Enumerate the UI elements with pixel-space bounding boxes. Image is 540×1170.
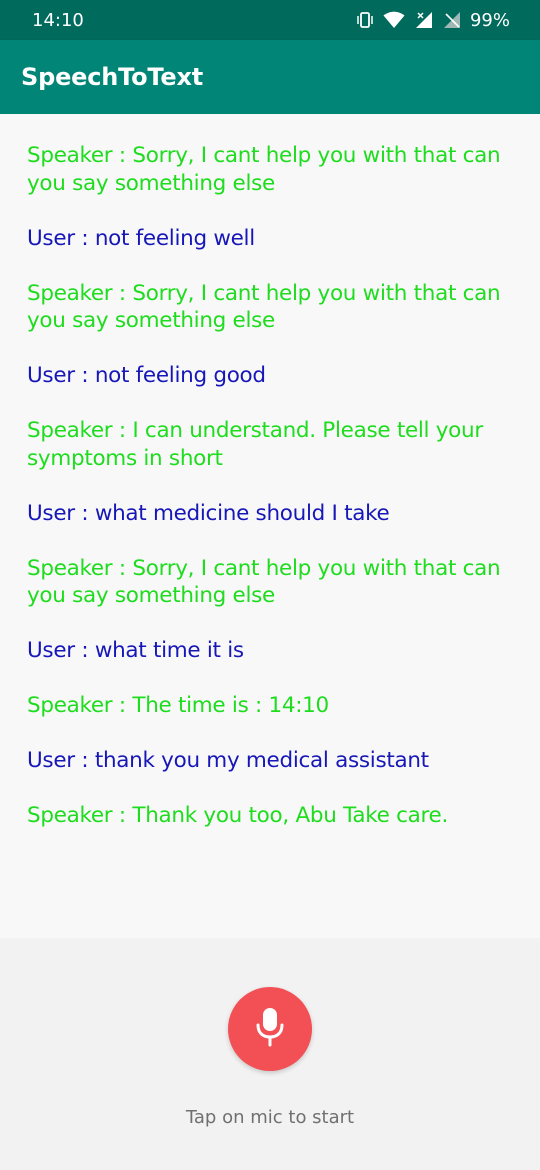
- mic-button[interactable]: [228, 987, 312, 1071]
- status-time: 14:10: [32, 9, 84, 31]
- user-message: User : not feeling good: [27, 363, 266, 388]
- wifi-icon: [383, 11, 405, 29]
- speaker-message: Speaker : Thank you too, Abu Take care.: [27, 803, 448, 828]
- user-message: User : what time it is: [27, 638, 244, 663]
- battery-level: 99%: [469, 9, 510, 31]
- vibrate-icon: [356, 11, 374, 29]
- speaker-message: Speaker : Sorry, I cant help you with th…: [27, 555, 501, 609]
- speaker-message: Speaker : The time is : 14:10: [27, 693, 329, 718]
- speaker-message: Speaker : I can understand. Please tell …: [27, 418, 483, 471]
- speaker-message: Speaker : Sorry, I cant help you with th…: [27, 143, 501, 196]
- no-sim-icon: [443, 11, 461, 29]
- user-message: User : thank you my medical assistant: [27, 748, 429, 773]
- app-bar: SpeechToText: [0, 40, 540, 114]
- signal-icon: [414, 11, 434, 29]
- status-bar: 14:10 99%: [0, 0, 540, 40]
- user-message: User : not feeling well: [27, 225, 255, 251]
- user-message: User : what medicine should I take: [27, 500, 390, 526]
- speaker-message: Speaker : Sorry, I cant help you with th…: [27, 280, 501, 334]
- microphone-icon: [250, 1005, 290, 1053]
- mic-panel: Tap on mic to start: [0, 938, 540, 1170]
- status-icons: 99%: [356, 10, 510, 31]
- app-title: SpeechToText: [21, 63, 204, 91]
- mic-hint: Tap on mic to start: [185, 1107, 355, 1128]
- chat-log[interactable]: Speaker : Sorry, I cant help you with th…: [0, 114, 540, 938]
